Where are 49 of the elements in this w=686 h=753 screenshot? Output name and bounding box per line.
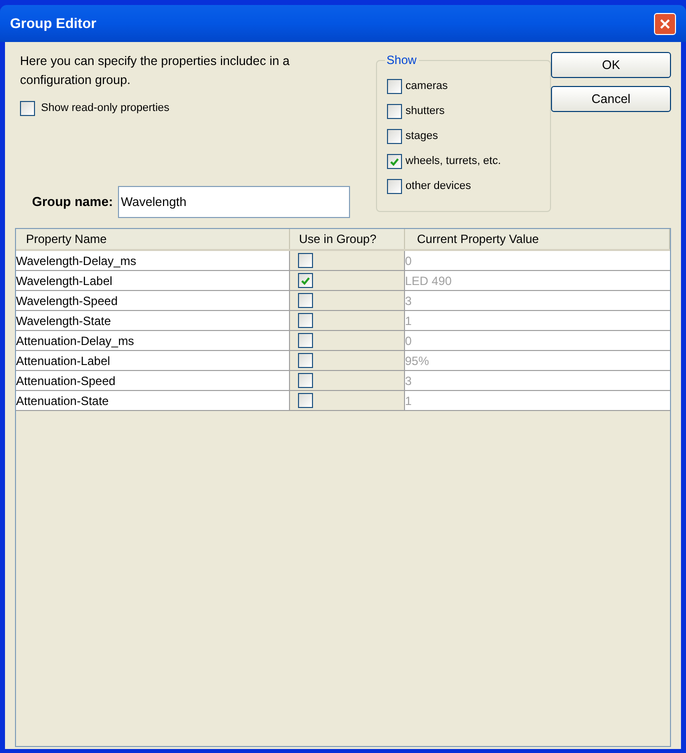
- group-name-label: Group name:: [32, 193, 113, 212]
- checkbox[interactable]: [298, 333, 313, 348]
- checkbox[interactable]: [386, 104, 402, 119]
- checkbox[interactable]: [20, 100, 35, 116]
- close-icon: [660, 18, 670, 28]
- table-cell: Attenuation-State: [16, 391, 290, 410]
- checkbox[interactable]: [298, 253, 313, 268]
- table-cell: Wavelength-Speed: [16, 291, 290, 310]
- checkbox-label: shutters: [406, 104, 445, 120]
- window-title: Group Editor: [10, 14, 96, 33]
- checkbox[interactable]: [386, 179, 402, 194]
- checkbox-label: wheels, turrets, etc.: [406, 154, 501, 170]
- checkbox[interactable]: [298, 313, 313, 328]
- close-button[interactable]: [654, 12, 676, 34]
- table-cell: Attenuation-Delay_ms: [16, 331, 290, 350]
- dialog-button[interactable]: Cancel: [551, 86, 671, 112]
- table-cell: Attenuation-Label: [16, 351, 290, 370]
- checkbox[interactable]: [298, 273, 313, 288]
- column-header[interactable]: Current Property Value: [405, 229, 670, 249]
- checkbox[interactable]: [298, 293, 313, 308]
- checkbox[interactable]: [298, 353, 313, 368]
- table-cell: 95%: [405, 351, 670, 370]
- checkbox-label: Show read-only properties: [41, 101, 170, 116]
- table-cell: Wavelength-State: [16, 311, 290, 330]
- checkbox[interactable]: [386, 129, 402, 144]
- table-cell: 0: [405, 331, 670, 350]
- checkbox-label: cameras: [406, 79, 448, 94]
- checkbox[interactable]: [298, 393, 313, 408]
- table-cell: LED 490: [405, 271, 670, 290]
- checkbox[interactable]: [298, 373, 313, 388]
- group-name-field[interactable]: Wavelength: [118, 186, 350, 218]
- table-cell: 3: [405, 291, 670, 310]
- table-cell: 1: [405, 391, 670, 410]
- checkmark-icon: [390, 158, 399, 166]
- table-cell: 0: [405, 251, 670, 270]
- table-cell: 1: [405, 311, 670, 330]
- column-header[interactable]: Property Name: [16, 229, 290, 249]
- table-cell: Wavelength-Delay_ms: [16, 251, 290, 270]
- description-text: Here you can specify the properties includec in a configuration group.: [20, 53, 291, 89]
- checkbox[interactable]: [386, 79, 402, 94]
- column-header[interactable]: Use in Group?: [290, 229, 405, 249]
- table-cell: 3: [405, 371, 670, 390]
- table-cell: Attenuation-Speed: [16, 371, 290, 390]
- checkbox-label: stages: [406, 129, 438, 144]
- table-cell: Wavelength-Label: [16, 271, 290, 290]
- dialog-button[interactable]: OK: [551, 52, 671, 78]
- checkbox-label: other devices: [406, 179, 471, 194]
- checkmark-icon: [301, 276, 310, 284]
- checkbox[interactable]: [386, 154, 402, 169]
